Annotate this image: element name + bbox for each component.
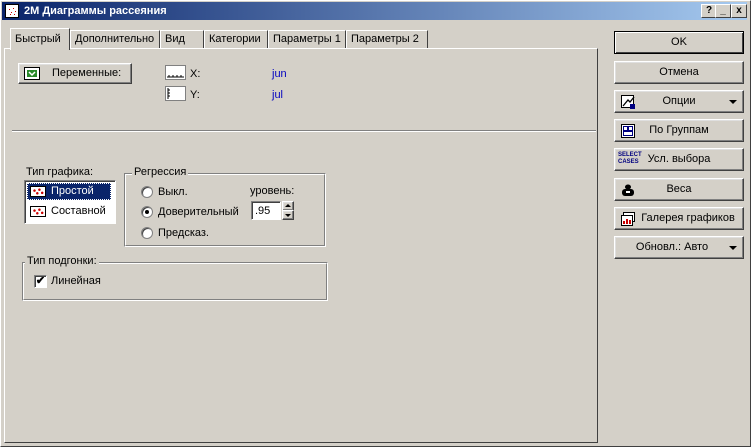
level-spin-down-button[interactable] (282, 210, 294, 220)
graph-gallery-button-label: Галерея графиков (641, 212, 735, 224)
weights-button[interactable]: Веса (614, 178, 744, 201)
level-label: уровень: (250, 185, 295, 197)
options-button-label: Опции (662, 95, 696, 107)
regression-prediction-label[interactable]: Предсказ. (158, 227, 209, 239)
regression-confidence-label[interactable]: Доверительный (158, 206, 239, 218)
app-scatter-icon (5, 4, 19, 18)
level-input[interactable]: .95 (251, 201, 281, 220)
x-variable-value: jun (272, 68, 287, 80)
regression-group-label: Регрессия (132, 166, 189, 178)
ok-button[interactable]: OK (614, 31, 744, 54)
y-label: Y: (190, 89, 200, 101)
separator (12, 130, 596, 132)
variables-icon (24, 67, 40, 80)
minimize-button[interactable]: _ (715, 4, 731, 18)
graph-gallery-button[interactable]: Галерея графиков (614, 207, 744, 230)
update-mode-label: Обновл.: Авто (635, 241, 709, 253)
scatter-swatch-icon (30, 206, 46, 217)
graph-type-composite[interactable]: Составной (27, 203, 111, 220)
cancel-button[interactable]: Отмена (614, 61, 744, 84)
by-group-button[interactable]: По Группам (614, 119, 744, 142)
y-axis-icon (165, 86, 186, 101)
variables-button-label: Переменные: (52, 67, 122, 79)
regression-confidence-radio[interactable] (141, 206, 153, 218)
chevron-down-icon (729, 246, 737, 250)
fit-type-label: Тип подгонки: (25, 255, 99, 267)
title-bar[interactable]: 2M Диаграммы рассеяния ? _ x (2, 2, 747, 20)
window-title: 2M Диаграммы рассеяния (24, 5, 167, 17)
regression-off-label[interactable]: Выкл. (158, 186, 188, 198)
select-cases-button-label: Усл. выбора (647, 153, 711, 165)
tab-params-2[interactable]: Параметры 2 (346, 30, 428, 48)
weights-button-label: Веса (666, 183, 692, 195)
graph-type-simple-label: Простой (51, 185, 94, 197)
tab-view[interactable]: Вид (160, 30, 204, 48)
graph-type-composite-label: Составной (51, 205, 106, 217)
graph-type-simple[interactable]: Простой (27, 183, 111, 200)
scatter-swatch-icon (30, 186, 46, 197)
update-mode-dropdown[interactable]: Обновл.: Авто (614, 236, 744, 259)
regression-prediction-radio[interactable] (141, 227, 153, 239)
options-button[interactable]: Опции (614, 90, 744, 113)
x-axis-icon (165, 65, 186, 80)
select-cases-button[interactable]: SELECT CASES Усл. выбора (614, 148, 744, 171)
tab-params-1[interactable]: Параметры 1 (268, 30, 346, 48)
ok-button-label: OK (671, 36, 687, 48)
chevron-down-icon (729, 100, 737, 104)
regression-off-radio[interactable] (141, 186, 153, 198)
tab-advanced[interactable]: Дополнительно (70, 30, 160, 48)
linear-checkbox-label[interactable]: Линейная (51, 275, 101, 287)
linear-checkbox[interactable]: ✔ (34, 275, 47, 288)
cancel-button-label: Отмена (659, 66, 699, 78)
y-variable-value: jul (272, 89, 284, 101)
arrow-up-icon (285, 204, 291, 207)
tab-categories[interactable]: Категории (204, 30, 268, 48)
x-label: X: (190, 68, 201, 80)
close-button[interactable]: x (731, 4, 747, 18)
by-group-button-label: По Группам (649, 124, 709, 136)
tab-quick[interactable]: Быстрый (10, 28, 70, 50)
arrow-down-icon (285, 214, 291, 217)
graph-type-label: Тип графика: (26, 166, 94, 178)
variables-button[interactable]: Переменные: (18, 63, 132, 84)
graph-type-list[interactable]: Простой Составной (24, 180, 116, 224)
